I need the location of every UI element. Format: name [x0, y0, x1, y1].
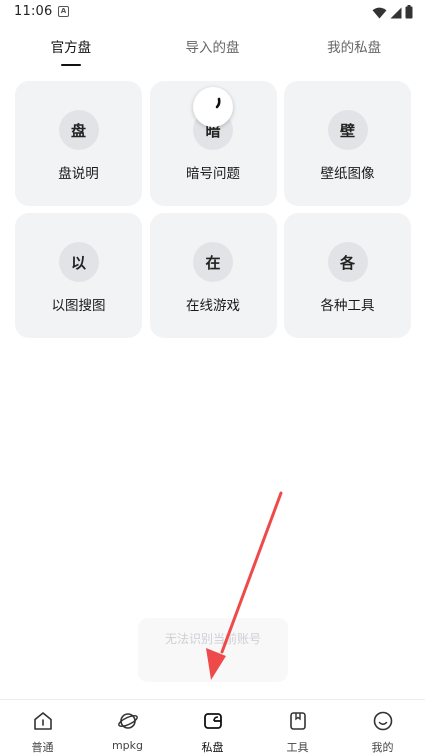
tab-imported[interactable]: 导入的盘	[142, 26, 284, 70]
tab-private[interactable]: 我的私盘	[283, 26, 425, 70]
status-bar: 11:06 A	[0, 0, 425, 26]
wifi-icon	[372, 4, 387, 23]
home-icon	[32, 710, 54, 736]
nav-item-mpkg[interactable]: mpkg	[85, 700, 170, 755]
bottom-nav: 普通 mpkg 私盘 工具 我的	[0, 699, 425, 755]
loading-spinner	[193, 87, 233, 127]
card-badge: 各	[327, 242, 368, 282]
card-badge: 在	[193, 242, 233, 282]
nav-item-tools[interactable]: 工具	[255, 700, 340, 755]
card-label: 盘说明	[58, 166, 99, 182]
nav-label: 工具	[286, 741, 309, 754]
card-label: 各种工具	[320, 298, 375, 314]
card-label: 以图搜图	[51, 298, 106, 314]
nav-label: 普通	[31, 741, 54, 754]
nav-item-normal[interactable]: 普通	[0, 700, 85, 755]
smile-icon	[372, 710, 394, 736]
card-disk-guide[interactable]: 盘 盘说明	[15, 81, 142, 206]
tab-official[interactable]: 官方盘	[0, 26, 142, 70]
tab-bar: 官方盘 导入的盘 我的私盘	[0, 26, 425, 70]
nav-label: mpkg	[111, 739, 144, 752]
wallet-icon	[202, 710, 224, 736]
toast-text: 无法识别当前账号	[164, 632, 261, 646]
card-image-search[interactable]: 以 以图搜图	[15, 213, 142, 338]
card-label: 暗号问题	[186, 166, 240, 182]
spinner-icon	[215, 97, 221, 109]
card-label: 在线游戏	[186, 298, 240, 314]
card-online-games[interactable]: 在 在线游戏	[149, 213, 277, 338]
bookmark-icon	[287, 710, 309, 736]
battery-icon	[405, 4, 413, 23]
nav-label: 我的	[371, 741, 394, 754]
card-badge: 以	[58, 242, 99, 282]
nav-item-private-disk[interactable]: 私盘	[170, 700, 255, 755]
card-wallpaper[interactable]: 壁 壁纸图像	[284, 81, 411, 206]
app-notification-icon: A	[58, 6, 69, 17]
nav-label: 私盘	[201, 741, 224, 754]
card-tools[interactable]: 各 各种工具	[284, 213, 411, 338]
planet-icon	[117, 710, 139, 736]
nav-item-mine[interactable]: 我的	[340, 700, 425, 755]
signal-icon	[390, 4, 402, 23]
toast-message: 无法识别当前账号	[138, 618, 288, 682]
card-label: 壁纸图像	[320, 166, 375, 182]
card-badge: 盘	[58, 110, 99, 150]
status-time: 11:06	[14, 4, 53, 19]
card-badge: 壁	[327, 110, 368, 150]
status-icons	[372, 4, 413, 23]
